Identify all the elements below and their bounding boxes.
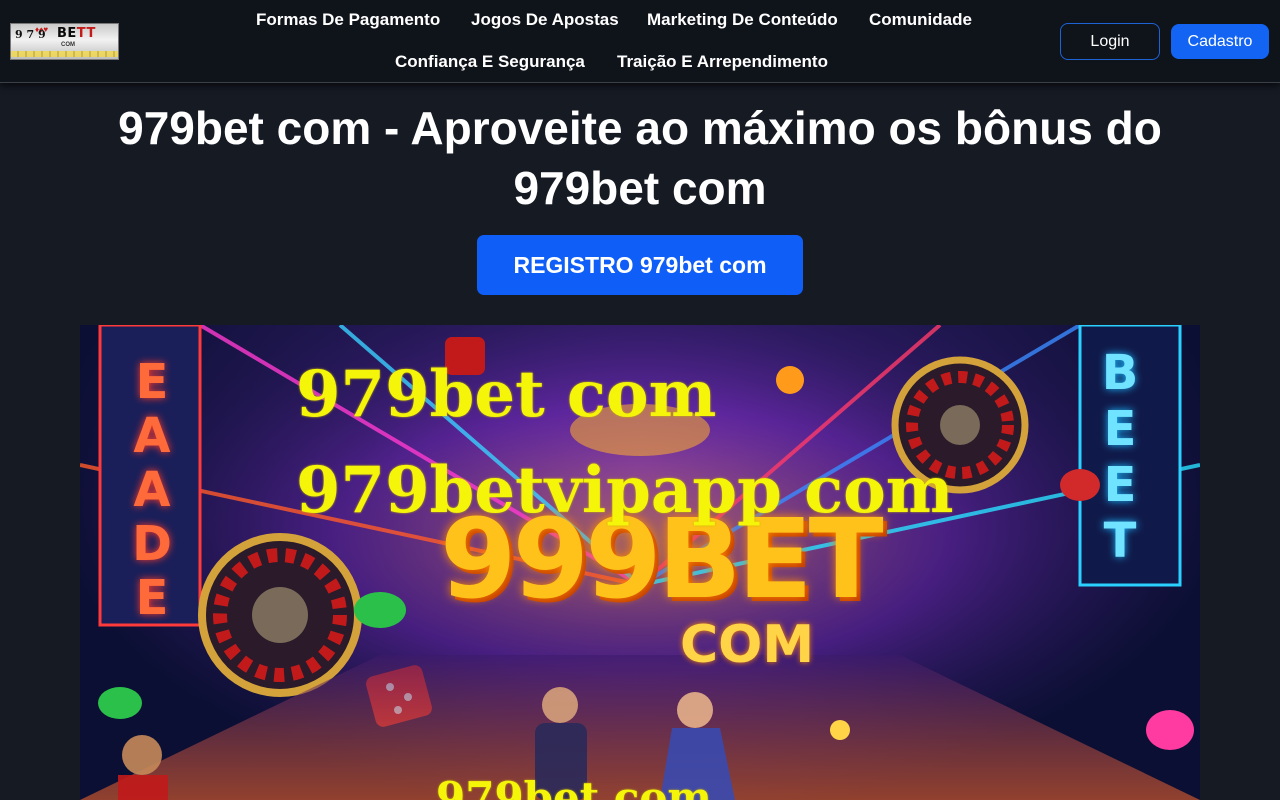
nav-traicao-e-arrependimento[interactable]: Traição E Arrependimento: [617, 52, 828, 72]
main-nav: Formas De Pagamento Jogos De Apostas Mar…: [200, 0, 1040, 83]
logo-brand-text: BETT: [57, 26, 96, 41]
logo-number: 9 7 9: [15, 28, 46, 41]
nav-confianca-e-seguranca[interactable]: Confiança E Segurança: [395, 52, 585, 72]
chip-pink-icon: [1146, 710, 1194, 750]
banner-logo-sub: COM: [680, 615, 815, 675]
signup-button[interactable]: Cadastro: [1171, 24, 1269, 59]
watermark-text-3: 979bet com: [436, 773, 712, 800]
chip-green-icon: [354, 592, 406, 628]
nav-comunidade[interactable]: Comunidade: [869, 10, 972, 30]
nav-marketing-de-conteudo[interactable]: Marketing De Conteúdo: [647, 10, 838, 30]
logo-com-text: COM: [61, 42, 75, 48]
roulette-left-icon: [198, 533, 362, 697]
register-button[interactable]: REGISTRO 979bet com: [477, 235, 803, 295]
login-button[interactable]: Login: [1060, 23, 1160, 60]
nav-formas-de-pagamento[interactable]: Formas De Pagamento: [256, 10, 440, 30]
logo-strip: [11, 51, 118, 57]
nav-jogos-de-apostas[interactable]: Jogos De Apostas: [471, 10, 619, 30]
chip-left-icon: [98, 687, 142, 719]
watermark-text-1: 979bet com: [296, 357, 717, 432]
site-logo[interactable]: ♦♠♥ 9 7 9 BETT COM: [10, 23, 119, 60]
neon-sign-left: EAADE: [132, 354, 172, 626]
page-title: 979bet com - Aproveite ao máximo os bônu…: [118, 102, 1162, 214]
hero-banner-image: EAADE BEET 999BET COM 979bet com 979betv…: [80, 325, 1200, 800]
watermark-text-2: 979betvipapp com: [296, 453, 954, 528]
site-header: ♦♠♥ 9 7 9 BETT COM Formas De Pagamento J…: [0, 0, 1280, 83]
neon-sign-right: BEET: [1101, 345, 1139, 569]
